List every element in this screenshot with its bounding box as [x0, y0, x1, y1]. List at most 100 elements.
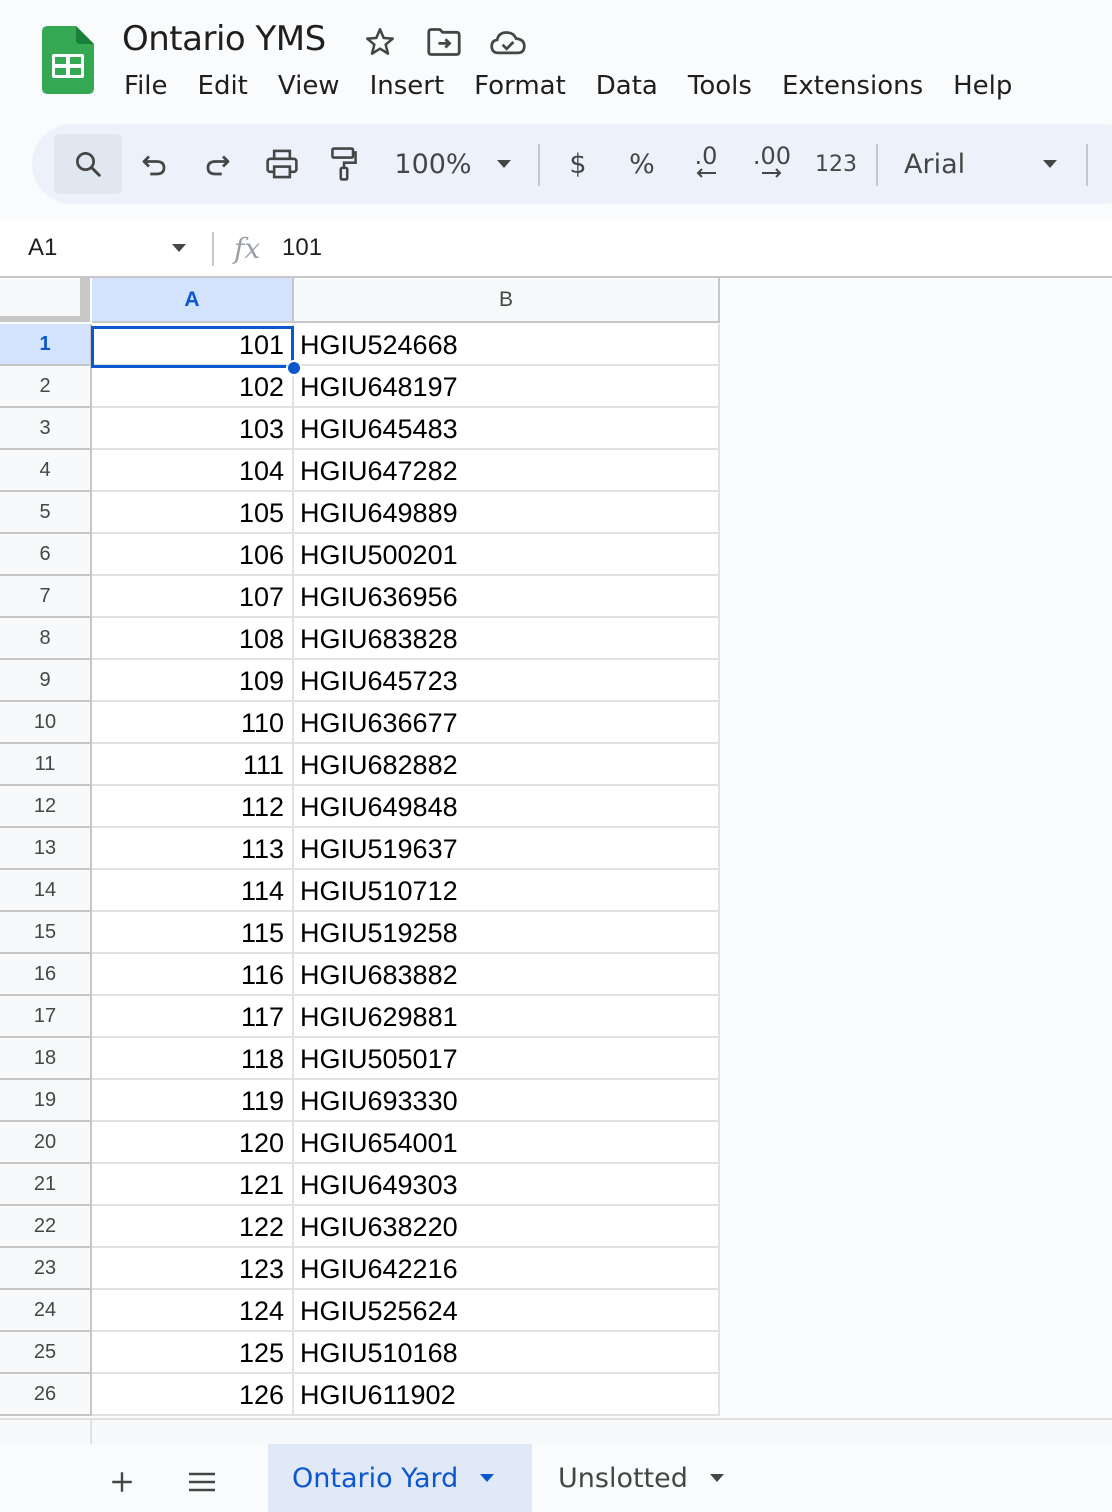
row-header[interactable]: 23	[0, 1248, 92, 1290]
number-format-button[interactable]: 123	[810, 124, 862, 204]
font-select[interactable]: Arial	[904, 124, 984, 204]
cell-b[interactable]: HGIU647282	[294, 450, 720, 492]
cell-a[interactable]: 124	[92, 1290, 294, 1332]
cell-b[interactable]: HGIU649303	[294, 1164, 720, 1206]
row-header[interactable]: 21	[0, 1164, 92, 1206]
row-header[interactable]: 19	[0, 1080, 92, 1122]
increase-decimal-button[interactable]: .00	[746, 124, 798, 204]
undo-icon[interactable]	[134, 124, 174, 204]
move-to-folder-icon[interactable]	[424, 24, 464, 60]
cell-a[interactable]: 113	[92, 828, 294, 870]
cell-b[interactable]: HGIU649889	[294, 492, 720, 534]
row-header[interactable]: 12	[0, 786, 92, 828]
chevron-down-icon[interactable]	[478, 1472, 496, 1484]
cell-a[interactable]: 112	[92, 786, 294, 828]
row-header[interactable]: 14	[0, 870, 92, 912]
cell-b[interactable]: HGIU525624	[294, 1290, 720, 1332]
cell-b[interactable]: HGIU510168	[294, 1332, 720, 1374]
cell-a[interactable]: 126	[92, 1374, 294, 1416]
chevron-down-icon[interactable]	[708, 1472, 726, 1484]
row-header[interactable]: 7	[0, 576, 92, 618]
cell-b[interactable]: HGIU638220	[294, 1206, 720, 1248]
cell-a[interactable]: 110	[92, 702, 294, 744]
cell-a[interactable]: 125	[92, 1332, 294, 1374]
add-sheet-button[interactable]	[98, 1458, 146, 1506]
chevron-down-icon[interactable]	[1036, 124, 1064, 204]
cell-b[interactable]: HGIU682882	[294, 744, 720, 786]
cell-a[interactable]: 108	[92, 618, 294, 660]
percent-format-button[interactable]: %	[622, 124, 662, 204]
cell-b[interactable]: HGIU611902	[294, 1374, 720, 1416]
cell-b[interactable]: HGIU683882	[294, 954, 720, 996]
cell-a[interactable]: 106	[92, 534, 294, 576]
all-sheets-button[interactable]	[178, 1458, 226, 1506]
cell-b[interactable]: HGIU642216	[294, 1248, 720, 1290]
select-all-corner[interactable]	[0, 278, 90, 322]
row-header[interactable]: 20	[0, 1122, 92, 1164]
decrease-decimal-button[interactable]: .0	[682, 124, 730, 204]
chevron-down-icon[interactable]	[170, 242, 188, 254]
menu-extensions[interactable]: Extensions	[768, 66, 939, 106]
cell-a[interactable]: 120	[92, 1122, 294, 1164]
cell-a[interactable]: 109	[92, 660, 294, 702]
cell-b[interactable]: HGIU645483	[294, 408, 720, 450]
cell-b[interactable]: HGIU645723	[294, 660, 720, 702]
cell-b[interactable]: HGIU519637	[294, 828, 720, 870]
star-icon[interactable]	[360, 24, 400, 60]
row-header[interactable]: 11	[0, 744, 92, 786]
cell-b[interactable]: HGIU500201	[294, 534, 720, 576]
cell-a[interactable]: 107	[92, 576, 294, 618]
row-header[interactable]: 26	[0, 1374, 92, 1416]
menu-view[interactable]: View	[264, 66, 356, 106]
empty-sheet-area[interactable]	[720, 278, 1112, 1418]
cell-b[interactable]: HGIU524668	[294, 324, 720, 366]
cell-a[interactable]: 121	[92, 1164, 294, 1206]
cell-a[interactable]: 114	[92, 870, 294, 912]
horizontal-scroll-area[interactable]	[0, 1418, 1112, 1446]
chevron-down-icon[interactable]	[490, 124, 518, 204]
cell-a[interactable]: 119	[92, 1080, 294, 1122]
paint-format-icon[interactable]	[324, 124, 364, 204]
cell-b[interactable]: HGIU654001	[294, 1122, 720, 1164]
row-header[interactable]: 5	[0, 492, 92, 534]
column-header-b[interactable]: B	[294, 278, 720, 323]
cell-b[interactable]: HGIU636677	[294, 702, 720, 744]
cell-a[interactable]: 122	[92, 1206, 294, 1248]
menu-format[interactable]: Format	[460, 66, 582, 106]
cloud-saved-icon[interactable]	[488, 24, 528, 60]
zoom-select[interactable]: 100%	[390, 124, 476, 204]
row-header[interactable]: 15	[0, 912, 92, 954]
row-header[interactable]: 8	[0, 618, 92, 660]
cell-a[interactable]: 116	[92, 954, 294, 996]
row-header[interactable]: 13	[0, 828, 92, 870]
row-header[interactable]: 4	[0, 450, 92, 492]
sheet-tab-ontario-yard[interactable]: Ontario Yard	[268, 1444, 532, 1512]
sheets-logo-icon[interactable]	[42, 26, 94, 94]
search-icon[interactable]	[68, 124, 108, 204]
cell-a[interactable]: 118	[92, 1038, 294, 1080]
row-header[interactable]: 6	[0, 534, 92, 576]
column-header-a[interactable]: A	[92, 278, 294, 323]
cell-b[interactable]: HGIU636956	[294, 576, 720, 618]
cell-b[interactable]: HGIU629881	[294, 996, 720, 1038]
row-header[interactable]: 17	[0, 996, 92, 1038]
cell-a[interactable]: 117	[92, 996, 294, 1038]
cell-b[interactable]: HGIU649848	[294, 786, 720, 828]
redo-icon[interactable]	[198, 124, 238, 204]
cell-b[interactable]: HGIU648197	[294, 366, 720, 408]
cell-a[interactable]: 111	[92, 744, 294, 786]
row-header[interactable]: 9	[0, 660, 92, 702]
cell-a[interactable]: 102	[92, 366, 294, 408]
currency-format-button[interactable]: $	[558, 124, 598, 204]
cell-b[interactable]: HGIU519258	[294, 912, 720, 954]
sheet-tab-unslotted[interactable]: Unslotted	[534, 1444, 774, 1512]
cell-a[interactable]: 101	[92, 324, 294, 366]
cell-a[interactable]: 123	[92, 1248, 294, 1290]
menu-tools[interactable]: Tools	[674, 66, 768, 106]
name-box[interactable]: A1	[28, 220, 57, 276]
formula-input[interactable]: 101	[282, 220, 322, 276]
print-icon[interactable]	[260, 124, 304, 204]
menu-data[interactable]: Data	[582, 66, 674, 106]
cell-b[interactable]: HGIU505017	[294, 1038, 720, 1080]
menu-help[interactable]: Help	[939, 66, 1028, 106]
